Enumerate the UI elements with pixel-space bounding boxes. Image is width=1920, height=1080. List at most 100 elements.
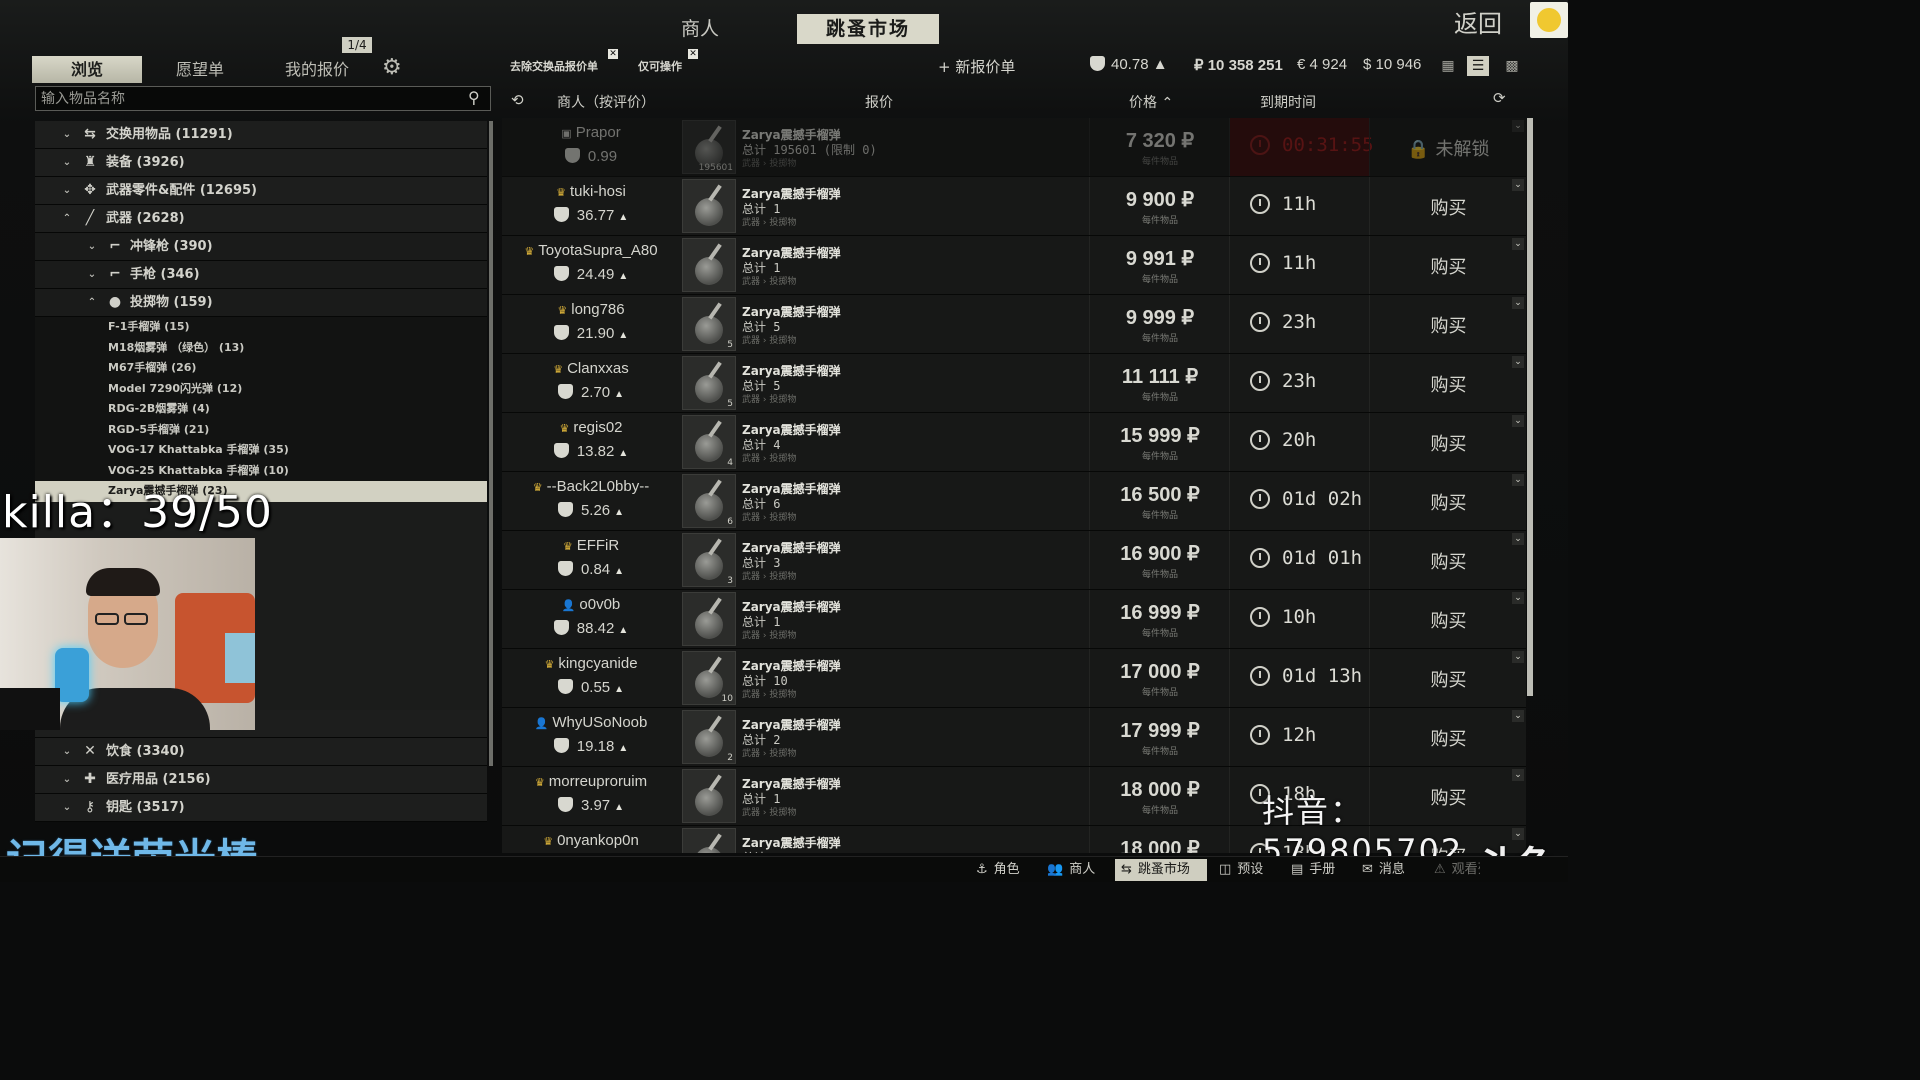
chevron-down-icon[interactable]: ⌄ [1512,297,1524,309]
item-thumbnail[interactable]: 10 [682,651,736,705]
chevron-down-icon[interactable]: ⌄ [61,177,73,204]
category-weapon-parts[interactable]: ⌄ ✥ 武器零件&配件 (12695) [35,177,487,205]
seller-name[interactable]: 👤 o0v0b [502,596,680,613]
chevron-down-icon[interactable]: ⌄ [61,121,73,148]
tree-item-m67[interactable]: M67手榴弹 (26) [35,358,487,379]
seller-name[interactable]: ♛ kingcyanide [502,655,680,672]
tree-item-rdg-2b[interactable]: RDG-2B烟雾弹 (4) [35,399,487,420]
category-provisions[interactable]: ⌄ ✕ 饮食 (3340) [35,737,487,766]
auto-refresh-icon[interactable]: ⟳ [1493,89,1506,107]
item-thumbnail[interactable]: 5 [682,297,736,351]
buy-cell[interactable]: 购买 ⌄ [1369,590,1526,648]
tab-browse[interactable]: 浏览 [32,56,142,83]
item-thumbnail[interactable]: 6 [682,474,736,528]
item-thumbnail[interactable]: 2 [682,710,736,764]
buy-cell[interactable]: 购买 ⌄ [1369,177,1526,235]
view-list-icon[interactable]: ☰ [1467,56,1489,76]
seller-name[interactable]: ♛ 0nyankop0n [502,832,680,849]
tree-item-f1[interactable]: F-1手榴弹 (15) [35,317,487,338]
buy-button[interactable]: 购买 [1370,194,1526,220]
item-thumbnail[interactable] [682,179,736,233]
close-icon[interactable]: ✕ [608,49,618,59]
category-weapons[interactable]: ⌃ ╱ 武器 (2628) [35,205,487,233]
seller-name[interactable]: ♛ ToyotaSupra_A80 [502,242,680,259]
offer-row[interactable]: ♛ tuki-hosi 36.77 ▲ Zarya震撼手榴弹 总计 1 武器 › 投掷物 9 … [502,177,1526,236]
buy-button[interactable]: 购买 [1370,725,1526,751]
header-price[interactable]: 价格 ⌃ [1129,92,1173,112]
buy-button[interactable]: 购买 [1370,489,1526,515]
offer-row[interactable]: ▣ Prapor 0.99 195601 Zarya震撼手榴弹 总计 195601 (限制… [502,118,1526,177]
nav-character[interactable]: ⚓ 角色 [970,859,1032,881]
chevron-down-icon[interactable]: ⌄ [1512,533,1524,545]
tab-wishlist[interactable]: 愿望单 [150,56,250,83]
filter-remove-barter[interactable]: 去除交换品报价单 [510,58,598,74]
buy-cell[interactable]: 购买 ⌄ [1369,413,1526,471]
buy-cell[interactable]: 购买 ⌄ [1369,472,1526,530]
chevron-down-icon[interactable]: ⌄ [1512,710,1524,722]
tree-item-m18[interactable]: M18烟雾弹 （绿色） (13) [35,337,487,358]
chevron-up-icon[interactable]: ⌃ [86,289,98,316]
buy-cell[interactable]: 购买 ⌄ [1369,295,1526,353]
category-gear[interactable]: ⌄ ♜ 装备 (3926) [35,149,487,177]
header-merchant[interactable]: 商人（按评价） [557,92,655,112]
filter-only-operable[interactable]: 仅可操作 [638,58,682,74]
seller-name[interactable]: 👤 WhyUSoNoob [502,714,680,731]
buy-button[interactable]: 购买 [1370,312,1526,338]
buy-button[interactable]: 购买 [1370,666,1526,692]
category-smg[interactable]: ⌄ ⌐ 冲锋枪 (390) [35,233,487,261]
header-expires[interactable]: 到期时间 [1260,92,1316,112]
offer-row[interactable]: ♛ Clanxxas 2.70 ▲ 5 Zarya震撼手榴弹 总计 5 武器 › 投掷物 11 … [502,354,1526,413]
buy-cell[interactable]: 购买 ⌄ [1369,708,1526,766]
offer-row[interactable]: ♛ ToyotaSupra_A80 24.49 ▲ Zarya震撼手榴弹 总计 1 武器 ›… [502,236,1526,295]
chevron-down-icon[interactable]: ⌄ [86,233,98,260]
chevron-down-icon[interactable]: ⌄ [61,794,73,821]
top-tab-merchant[interactable]: 商人 [662,14,738,44]
top-tab-flea-market[interactable]: 跳蚤市场 [797,14,939,44]
category-medical[interactable]: ⌄ ✚ 医疗用品 (2156) [35,765,487,794]
tree-scrollbar[interactable] [489,121,493,766]
seller-name[interactable]: ♛ Clanxxas [502,360,680,377]
chevron-down-icon[interactable]: ⌄ [61,766,73,793]
seller-name[interactable]: ♛ regis02 [502,419,680,436]
item-thumbnail[interactable] [682,238,736,292]
seller-name[interactable]: ♛ EFFiR [502,537,680,554]
chevron-down-icon[interactable]: ⌄ [1512,769,1524,781]
item-thumbnail[interactable] [682,592,736,646]
search-field[interactable]: ⚲ [35,86,491,111]
item-thumbnail[interactable]: 195601 [682,120,736,174]
offer-row[interactable]: ♛ --Back2L0bby-- 5.26 ▲ 6 Zarya震撼手榴弹 总计 6 武器 › … [502,472,1526,531]
chevron-up-icon[interactable]: ⌃ [61,205,73,232]
seller-name[interactable]: ▣ Prapor [502,124,680,141]
buy-cell[interactable]: 购买 ⌄ [1369,236,1526,294]
buy-button[interactable]: 购买 [1370,430,1526,456]
offer-row[interactable]: ♛ kingcyanide 0.55 ▲ 10 Zarya震撼手榴弹 总计 10 武器 › 投… [502,649,1526,708]
seller-name[interactable]: ♛ long786 [502,301,680,318]
new-offer-button[interactable]: + 新报价单 [938,56,1015,77]
offer-row[interactable]: ♛ long786 21.90 ▲ 5 Zarya震撼手榴弹 总计 5 武器 › 投掷物 9 9… [502,295,1526,354]
buy-button[interactable]: 购买 [1370,548,1526,574]
chevron-down-icon[interactable]: ⌄ [1512,592,1524,604]
nav-presets[interactable]: ◫ 预设 [1213,859,1277,881]
view-grid-large-icon[interactable]: ▩ [1501,56,1523,76]
chevron-down-icon[interactable]: ⌄ [1512,120,1524,132]
chevron-down-icon[interactable]: ⌄ [1512,651,1524,663]
item-thumbnail[interactable]: 3 [682,533,736,587]
seller-name[interactable]: ♛ morreuproruim [502,773,680,790]
offers-scrollbar[interactable] [1527,118,1533,696]
chevron-down-icon[interactable]: ⌄ [1512,238,1524,250]
seller-name[interactable]: ♛ --Back2L0bby-- [502,478,680,495]
view-grid-small-icon[interactable]: ▦ [1437,56,1459,76]
buy-button[interactable]: 购买 [1370,371,1526,397]
chevron-down-icon[interactable]: ⌄ [86,261,98,288]
buy-cell[interactable]: 🔒 未解锁 ⌄ [1369,118,1526,176]
item-thumbnail[interactable] [682,769,736,823]
seller-name[interactable]: ♛ tuki-hosi [502,183,680,200]
chevron-down-icon[interactable]: ⌄ [61,149,73,176]
tree-item-vog-17[interactable]: VOG-17 Khattabka 手榴弹 (35) [35,440,487,461]
nav-watchlist[interactable]: ⚠ 观看列表 [1428,859,1480,881]
tree-item-rgd-5[interactable]: RGD-5手榴弹 (21) [35,419,487,440]
chevron-down-icon[interactable]: ⌄ [1512,474,1524,486]
chevron-down-icon[interactable]: ⌄ [61,738,73,765]
category-barter[interactable]: ⌄ ⇆ 交换用物品 (11291) [35,121,487,149]
category-throwables[interactable]: ⌃ ● 投掷物 (159) [35,289,487,317]
